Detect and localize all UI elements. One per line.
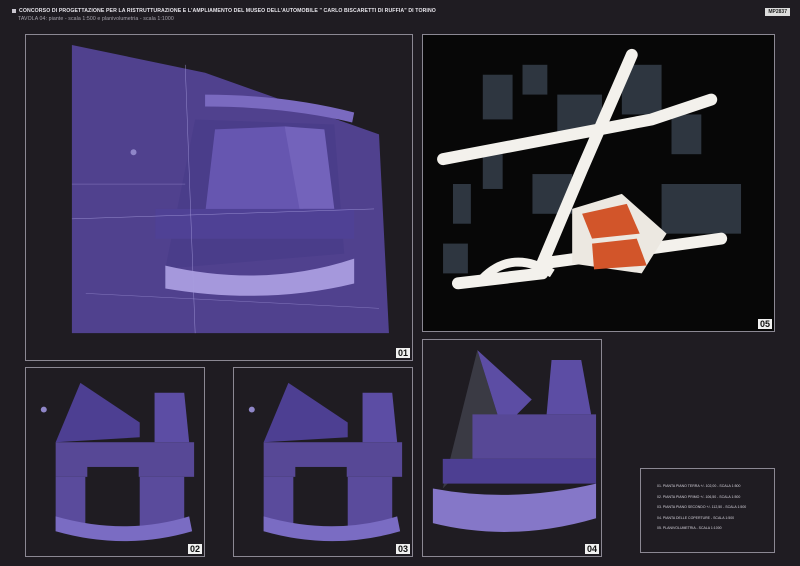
roof-plan bbox=[432, 350, 597, 532]
panel-number: 01 bbox=[395, 348, 410, 358]
panel-number: 02 bbox=[187, 544, 202, 554]
sheet-subtitle: TAVOLA 04: piante - scala 1:500 e planiv… bbox=[18, 16, 174, 22]
panel-number: 04 bbox=[584, 544, 599, 554]
sheet-title: CONCORSO DI PROGETTAZIONE PER LA RISTRUT… bbox=[12, 8, 436, 14]
panel-number: 03 bbox=[395, 544, 410, 554]
legend-item: 03. PIANTA PIANO SECONDO +/- 112,50 - SC… bbox=[657, 505, 747, 509]
ground-floor-plan bbox=[71, 44, 389, 334]
panel-02-first-floor: 02 bbox=[25, 367, 205, 557]
legend-item: 04. PIANTA DELLE COPERTURE - SCALA 1:500 bbox=[657, 515, 735, 520]
panel-05-site-plan: 05 bbox=[422, 34, 775, 332]
legend-item: 05. PLANIVOLUMETRIA - SCALA 1:1000 bbox=[657, 526, 722, 530]
sheet-code: MP2837 bbox=[765, 8, 790, 16]
first-floor-plan bbox=[40, 382, 195, 542]
legend-box: 01. PIANTA PIANO TERRA +/- 102,00 - SCAL… bbox=[640, 468, 775, 553]
panel-03-second-floor: 03 bbox=[233, 367, 413, 557]
title-text: CONCORSO DI PROGETTAZIONE PER LA RISTRUT… bbox=[19, 8, 436, 14]
legend-item: 01. PIANTA PIANO TERRA +/- 102,00 - SCAL… bbox=[657, 484, 741, 488]
legend-item: 02. PIANTA PIANO PRIMO +/- 106,50 - SCAL… bbox=[657, 494, 741, 499]
bullet-icon bbox=[12, 9, 16, 13]
sheet-header: CONCORSO DI PROGETTAZIONE PER LA RISTRUT… bbox=[12, 8, 436, 22]
panel-number: 05 bbox=[757, 319, 772, 329]
panel-01-ground-floor: 01 bbox=[25, 34, 413, 361]
panel-04-roof-plan: 04 bbox=[422, 339, 602, 557]
second-floor-plan bbox=[248, 382, 403, 542]
site-plan bbox=[437, 48, 742, 290]
legend-list: 01. PIANTA PIANO TERRA +/- 102,00 - SCAL… bbox=[641, 469, 774, 537]
